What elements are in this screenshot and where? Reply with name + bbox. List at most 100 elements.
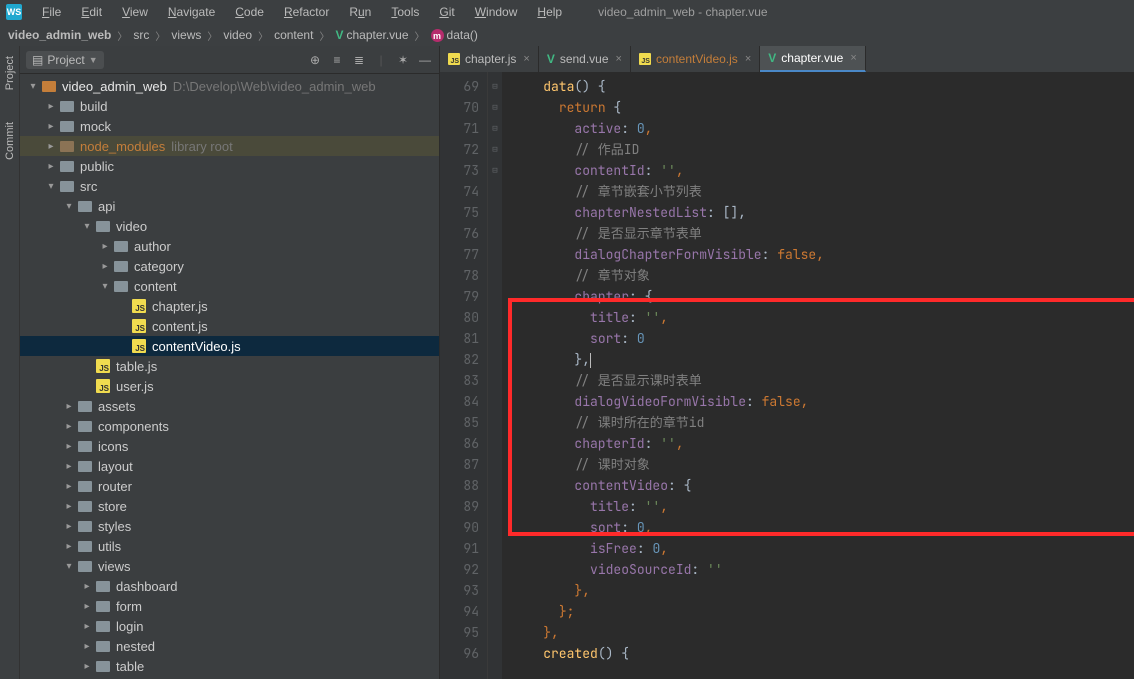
menu-help[interactable]: Help xyxy=(529,3,570,21)
tree-file[interactable]: JStable.js xyxy=(20,356,439,376)
menu-tools[interactable]: Tools xyxy=(383,3,427,21)
tree-folder[interactable]: ▸build xyxy=(20,96,439,116)
left-tab-commit[interactable]: Commit xyxy=(4,118,16,164)
folder-icon xyxy=(78,421,92,432)
tree-folder[interactable]: ▸dashboard xyxy=(20,576,439,596)
tree-folder[interactable]: ▾content xyxy=(20,276,439,296)
crumb-video[interactable]: video xyxy=(223,28,252,42)
tree-folder[interactable]: ▸public xyxy=(20,156,439,176)
tree-root[interactable]: ▾video_admin_webD:\Develop\Web\video_adm… xyxy=(20,76,439,96)
chevron-down-icon: ▼ xyxy=(89,55,98,65)
folder-icon xyxy=(42,81,56,92)
folder-icon xyxy=(114,261,128,272)
tab-chapter-vue[interactable]: Vchapter.vue× xyxy=(760,46,866,72)
menu-view[interactable]: View xyxy=(114,3,156,21)
folder-icon xyxy=(96,621,110,632)
tree-folder[interactable]: ▸components xyxy=(20,416,439,436)
close-icon[interactable]: × xyxy=(616,53,622,65)
crumb-root[interactable]: video_admin_web xyxy=(8,28,111,42)
vue-file-icon: V xyxy=(768,51,776,65)
expand-all-icon[interactable]: ≡ xyxy=(329,52,345,68)
folder-icon xyxy=(96,641,110,652)
menu-navigate[interactable]: Navigate xyxy=(160,3,223,21)
tree-folder-node-modules[interactable]: ▸node_moduleslibrary root xyxy=(20,136,439,156)
close-icon[interactable]: × xyxy=(523,53,529,65)
tree-folder[interactable]: ▸form xyxy=(20,596,439,616)
folder-icon xyxy=(78,461,92,472)
folder-icon xyxy=(96,221,110,232)
line-gutter: 6970717273747576777879808182838485868788… xyxy=(440,72,488,679)
js-file-icon: JS xyxy=(639,53,651,65)
menu-git[interactable]: Git xyxy=(431,3,462,21)
tree-file[interactable]: JScontent.js xyxy=(20,316,439,336)
folder-icon xyxy=(78,541,92,552)
menu-file[interactable]: FFileile xyxy=(34,3,69,21)
tree-folder[interactable]: ▸category xyxy=(20,256,439,276)
tree-folder[interactable]: ▸assets xyxy=(20,396,439,416)
menu-edit[interactable]: Edit xyxy=(73,3,110,21)
tree-file[interactable]: JSchapter.js xyxy=(20,296,439,316)
folder-icon xyxy=(96,601,110,612)
tree-folder[interactable]: ▸layout xyxy=(20,456,439,476)
tree-folder[interactable]: ▸mock xyxy=(20,116,439,136)
project-tree[interactable]: ▾video_admin_webD:\Develop\Web\video_adm… xyxy=(20,74,439,679)
folder-icon xyxy=(60,141,74,152)
tree-folder[interactable]: ▾api xyxy=(20,196,439,216)
tab-chapter-js[interactable]: JSchapter.js× xyxy=(440,46,539,72)
code-area[interactable]: data() { return { active: 0, // 作品ID con… xyxy=(502,72,1134,679)
tree-file-selected[interactable]: JScontentVideo.js xyxy=(20,336,439,356)
tool-window-tabs: Project Commit xyxy=(0,46,20,679)
js-file-icon: JS xyxy=(132,319,146,333)
folder-icon xyxy=(96,661,110,672)
code-editor[interactable]: 6970717273747576777879808182838485868788… xyxy=(440,72,1134,679)
tree-file[interactable]: JSuser.js xyxy=(20,376,439,396)
menu-code[interactable]: Code xyxy=(227,3,272,21)
collapse-all-icon[interactable]: ≣ xyxy=(351,52,367,68)
editor-pane: JSchapter.js× Vsend.vue× JScontentVideo.… xyxy=(440,46,1134,679)
tree-folder[interactable]: ▸login xyxy=(20,616,439,636)
tab-contentvideo-js[interactable]: JScontentVideo.js× xyxy=(631,46,760,72)
menu-refactor[interactable]: Refactor xyxy=(276,3,337,21)
close-icon[interactable]: × xyxy=(745,53,751,65)
crumb-file[interactable]: Vchapter.vue xyxy=(335,28,408,42)
close-icon[interactable]: × xyxy=(850,52,856,64)
tree-folder[interactable]: ▸nested xyxy=(20,636,439,656)
crumb-method[interactable]: mdata() xyxy=(431,28,478,43)
tab-send-vue[interactable]: Vsend.vue× xyxy=(539,46,631,72)
tree-folder[interactable]: ▸table xyxy=(20,656,439,676)
folder-icon xyxy=(78,481,92,492)
folder-icon xyxy=(78,441,92,452)
tree-folder[interactable]: ▸router xyxy=(20,476,439,496)
crumb-src[interactable]: src xyxy=(133,28,149,42)
sidebar-header: ▤Project▼ ⊕ ≡ ≣ | ✶ — xyxy=(20,46,439,74)
tree-folder[interactable]: ▸icons xyxy=(20,436,439,456)
tree-folder[interactable]: ▸store xyxy=(20,496,439,516)
breadcrumb: video_admin_web 〉 src 〉 views 〉 video 〉 … xyxy=(0,24,1134,46)
folder-icon xyxy=(78,521,92,532)
caret xyxy=(590,353,591,368)
left-tab-project[interactable]: Project xyxy=(4,52,16,94)
chevron-right-icon: 〉 xyxy=(117,28,127,43)
fold-gutter[interactable]: ⊟⊟⊟⊟⊟ xyxy=(488,72,502,679)
tree-folder[interactable]: ▸utils xyxy=(20,536,439,556)
chevron-right-icon: 〉 xyxy=(415,28,425,43)
crumb-content[interactable]: content xyxy=(274,28,313,42)
locate-icon[interactable]: ⊕ xyxy=(307,52,323,68)
tree-folder[interactable]: ▸author xyxy=(20,236,439,256)
folder-icon xyxy=(60,181,74,192)
menubar: WS FFileile Edit View Navigate Code Refa… xyxy=(0,0,1134,24)
chevron-right-icon: 〉 xyxy=(155,28,165,43)
folder-icon xyxy=(60,101,74,112)
project-view-selector[interactable]: ▤Project▼ xyxy=(26,51,104,69)
menu-run[interactable]: Run xyxy=(341,3,379,21)
settings-icon[interactable]: ✶ xyxy=(395,52,411,68)
crumb-views[interactable]: views xyxy=(171,28,201,42)
tree-folder[interactable]: ▾src xyxy=(20,176,439,196)
hide-icon[interactable]: — xyxy=(417,52,433,68)
tree-folder[interactable]: ▾video xyxy=(20,216,439,236)
menu-window[interactable]: Window xyxy=(467,3,526,21)
tree-folder[interactable]: ▾views xyxy=(20,556,439,576)
js-file-icon: JS xyxy=(96,359,110,373)
tree-folder[interactable]: ▸styles xyxy=(20,516,439,536)
window-title: video_admin_web - chapter.vue xyxy=(598,5,767,19)
